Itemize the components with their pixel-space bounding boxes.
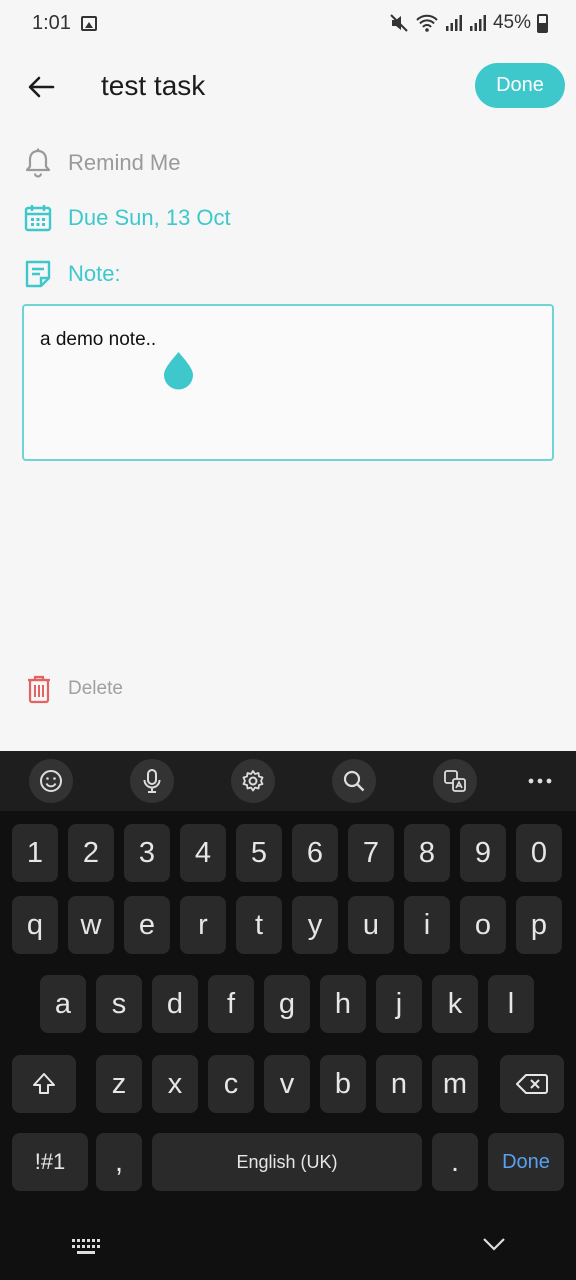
emoji-icon — [40, 770, 62, 792]
wifi-icon — [416, 14, 438, 32]
key-w[interactable]: w — [68, 896, 114, 954]
key-m[interactable]: m — [432, 1055, 478, 1113]
key-d[interactable]: d — [152, 975, 198, 1033]
search-icon — [343, 770, 365, 792]
chevron-down-icon[interactable] — [482, 1237, 506, 1251]
key-6[interactable]: 6 — [292, 824, 338, 882]
translate-button[interactable] — [433, 759, 477, 803]
key-s[interactable]: s — [96, 975, 142, 1033]
comma-key[interactable]: , — [96, 1133, 142, 1191]
delete-button[interactable]: Delete — [26, 674, 123, 704]
microphone-icon — [143, 769, 161, 793]
calendar-icon — [24, 205, 52, 232]
trash-icon — [28, 675, 50, 704]
key-v[interactable]: v — [264, 1055, 310, 1113]
delete-label: Delete — [68, 678, 123, 699]
key-x[interactable]: x — [152, 1055, 198, 1113]
key-b[interactable]: b — [320, 1055, 366, 1113]
keyboard-search-button[interactable] — [332, 759, 376, 803]
key-0[interactable]: 0 — [516, 824, 562, 882]
key-5[interactable]: 5 — [236, 824, 282, 882]
key-9[interactable]: 9 — [460, 824, 506, 882]
translate-icon — [444, 770, 466, 792]
page-title: test task — [101, 70, 206, 101]
mute-icon — [390, 14, 408, 32]
keyboard-settings-button[interactable] — [231, 759, 275, 803]
shift-key[interactable] — [12, 1055, 76, 1113]
key-t[interactable]: t — [236, 896, 282, 954]
key-4[interactable]: 4 — [180, 824, 226, 882]
note-input[interactable]: a demo note.. — [22, 304, 554, 461]
note-text: a demo note.. — [40, 329, 157, 350]
key-7[interactable]: 7 — [348, 824, 394, 882]
battery-icon — [537, 13, 548, 33]
key-c[interactable]: c — [208, 1055, 254, 1113]
gear-icon — [242, 770, 264, 792]
note-label: Note: — [68, 261, 121, 286]
keyboard-done-key[interactable]: Done — [488, 1133, 564, 1191]
key-y[interactable]: y — [292, 896, 338, 954]
more-horizontal-icon — [528, 778, 552, 784]
key-u[interactable]: u — [348, 896, 394, 954]
key-1[interactable]: 1 — [12, 824, 58, 882]
key-8[interactable]: 8 — [404, 824, 450, 882]
key-l[interactable]: l — [488, 975, 534, 1033]
key-a[interactable]: a — [40, 975, 86, 1033]
key-n[interactable]: n — [376, 1055, 422, 1113]
due-date-label: Due Sun, 13 Oct — [68, 205, 231, 230]
keyboard-toolbar — [0, 751, 576, 811]
key-e[interactable]: e — [124, 896, 170, 954]
arrow-left-icon — [28, 76, 55, 98]
note-row: Note: — [24, 259, 121, 289]
backspace-icon — [516, 1074, 548, 1094]
done-button[interactable]: Done — [475, 63, 565, 108]
more-options-button[interactable] — [518, 759, 562, 803]
key-3[interactable]: 3 — [124, 824, 170, 882]
remind-me-row[interactable]: Remind Me — [24, 147, 180, 179]
text-cursor-handle[interactable] — [163, 350, 194, 390]
key-j[interactable]: j — [376, 975, 422, 1033]
emoji-button[interactable] — [29, 759, 73, 803]
key-p[interactable]: p — [516, 896, 562, 954]
bell-icon — [25, 148, 51, 178]
shift-icon — [33, 1073, 55, 1094]
key-r[interactable]: r — [180, 896, 226, 954]
status-bar: 1:01 45% — [0, 0, 576, 48]
battery-percent: 45% — [492, 12, 531, 33]
key-f[interactable]: f — [208, 975, 254, 1033]
remind-me-label: Remind Me — [68, 150, 181, 175]
space-key[interactable]: English (UK) — [152, 1133, 422, 1191]
signal-icon-2 — [469, 15, 486, 31]
gallery-notification-icon — [81, 16, 97, 31]
navigation-bar — [0, 1214, 576, 1280]
key-o[interactable]: o — [460, 896, 506, 954]
keyboard: 1 2 3 4 5 6 7 8 9 0 q w e r t y u i o p … — [0, 751, 576, 1280]
status-time: 1:01 — [32, 12, 71, 34]
key-k[interactable]: k — [432, 975, 478, 1033]
backspace-key[interactable] — [500, 1055, 564, 1113]
key-2[interactable]: 2 — [68, 824, 114, 882]
key-i[interactable]: i — [404, 896, 450, 954]
voice-input-button[interactable] — [130, 759, 174, 803]
key-h[interactable]: h — [320, 975, 366, 1033]
status-icons: 45% — [389, 12, 548, 34]
key-z[interactable]: z — [96, 1055, 142, 1113]
key-g[interactable]: g — [264, 975, 310, 1033]
signal-icon — [445, 15, 462, 31]
due-date-row[interactable]: Due Sun, 13 Oct — [24, 203, 231, 233]
symbols-key[interactable]: !#1 — [12, 1133, 88, 1191]
note-icon — [25, 260, 51, 288]
back-button[interactable] — [24, 70, 58, 104]
keyboard-switch-icon[interactable] — [72, 1239, 100, 1255]
period-key[interactable]: . — [432, 1133, 478, 1191]
key-q[interactable]: q — [12, 896, 58, 954]
